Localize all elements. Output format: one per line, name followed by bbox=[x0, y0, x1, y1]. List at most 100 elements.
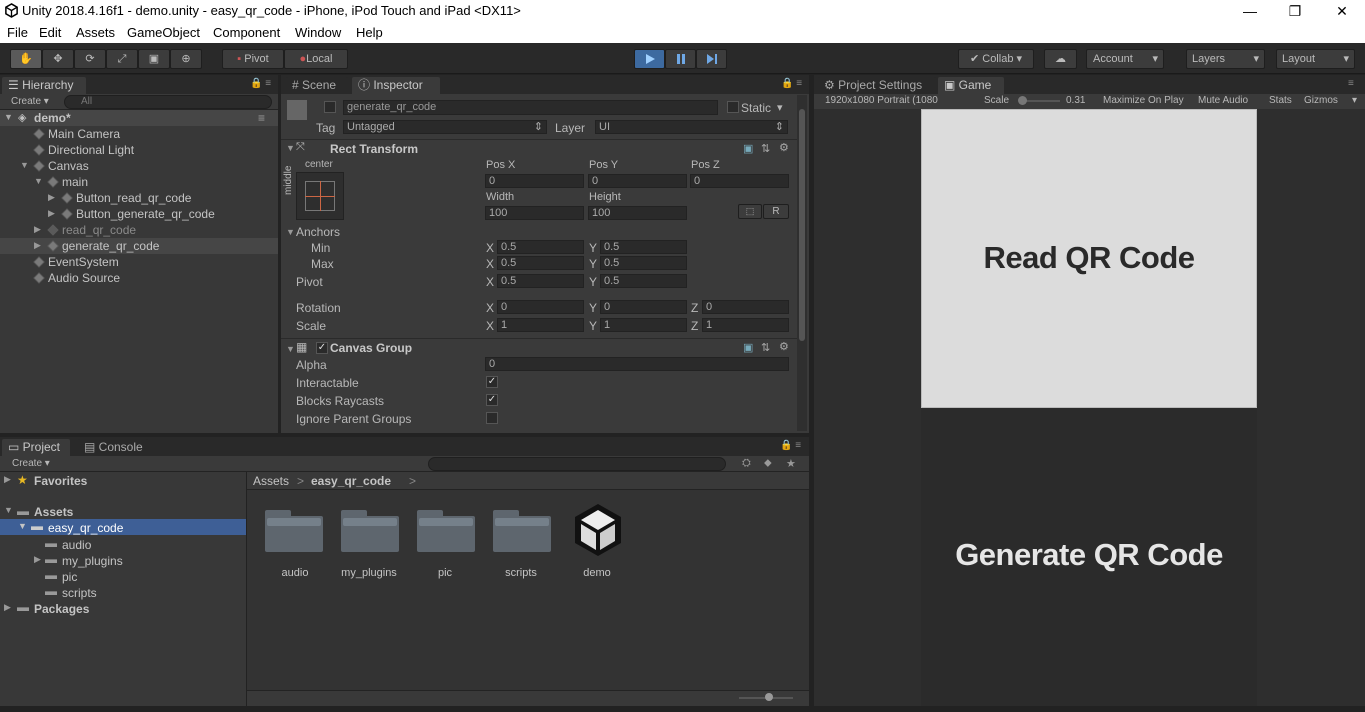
tab-hierarchy[interactable]: ☰ Hierarchy bbox=[2, 77, 86, 94]
breadcrumb-assets[interactable]: Assets bbox=[253, 474, 289, 488]
tab-project[interactable]: ▭ Project bbox=[2, 439, 70, 456]
collapse-arrow-icon[interactable]: ▼ bbox=[4, 505, 13, 515]
menu-window[interactable]: Window bbox=[295, 25, 341, 40]
menu-help[interactable]: Help bbox=[356, 25, 383, 40]
expand-arrow-icon[interactable]: ▶ bbox=[4, 474, 11, 485]
expand-arrow-icon[interactable]: ▼ bbox=[4, 112, 13, 122]
assets-item[interactable]: Assets bbox=[34, 505, 73, 519]
pause-button[interactable] bbox=[665, 49, 696, 69]
ignore-parent-groups-checkbox[interactable] bbox=[486, 412, 498, 424]
slider-thumb[interactable] bbox=[765, 693, 773, 701]
rect-tool-button[interactable]: ▣ bbox=[138, 49, 170, 69]
tag-dropdown[interactable]: Untagged ⇕ bbox=[343, 120, 547, 134]
pos-z-field[interactable]: 0 bbox=[690, 174, 789, 188]
collapse-arrow-icon[interactable]: ▼ bbox=[286, 344, 295, 354]
maximize-on-play-toggle[interactable]: Maximize On Play bbox=[1103, 95, 1184, 106]
expand-arrow-icon[interactable]: ▶ bbox=[48, 192, 55, 203]
anchor-max-y-field[interactable]: 0.5 bbox=[600, 256, 687, 270]
inspector-scrollbar[interactable] bbox=[797, 95, 807, 431]
pivot-y-field[interactable]: 0.5 bbox=[600, 274, 687, 288]
preset-icon[interactable]: ⇅ bbox=[761, 341, 770, 354]
static-checkbox[interactable] bbox=[727, 101, 739, 113]
collapse-arrow-icon[interactable]: ▼ bbox=[18, 521, 27, 531]
cloud-button[interactable]: ☁ bbox=[1044, 49, 1077, 69]
collapse-arrow-icon[interactable]: ▼ bbox=[34, 176, 43, 186]
hierarchy-item[interactable]: EventSystem bbox=[0, 254, 278, 270]
asset-my-plugins[interactable]: my_plugins bbox=[331, 508, 407, 588]
rotation-x-field[interactable]: 0 bbox=[497, 300, 584, 314]
tab-scene[interactable]: # Scene bbox=[286, 77, 348, 94]
active-checkbox[interactable] bbox=[324, 101, 336, 113]
create-dropdown[interactable]: Create ▾ bbox=[12, 458, 50, 469]
rotation-y-field[interactable]: 0 bbox=[600, 300, 687, 314]
blocks-raycasts-checkbox[interactable]: ✓ bbox=[486, 394, 498, 406]
asset-audio[interactable]: audio bbox=[255, 508, 331, 588]
alpha-field[interactable]: 0 bbox=[485, 357, 789, 371]
pos-y-field[interactable]: 0 bbox=[588, 174, 687, 188]
menu-file[interactable]: File bbox=[7, 25, 28, 40]
close-button[interactable]: ✕ bbox=[1332, 2, 1352, 20]
pivot-toggle[interactable]: ▪ Pivot bbox=[222, 49, 284, 69]
tree-item-scripts[interactable]: scripts bbox=[62, 586, 97, 600]
menu-gameobject[interactable]: GameObject bbox=[127, 25, 200, 40]
tab-project-settings[interactable]: ⚙ Project Settings bbox=[818, 77, 936, 94]
panel-menu-icon[interactable]: ≡ bbox=[1348, 78, 1354, 89]
expand-arrow-icon[interactable]: ▶ bbox=[34, 554, 41, 565]
asset-scripts[interactable]: scripts bbox=[483, 508, 559, 588]
hierarchy-item[interactable]: ▶ generate_qr_code bbox=[0, 238, 278, 254]
static-dropdown-icon[interactable]: ▾ bbox=[777, 101, 783, 114]
filter-type-icon[interactable]: ⛭ bbox=[742, 457, 751, 470]
lock-icon[interactable]: 🔒 ≡ bbox=[781, 78, 802, 89]
collapse-arrow-icon[interactable]: ▼ bbox=[286, 143, 295, 153]
rotation-z-field[interactable]: 0 bbox=[702, 300, 789, 314]
local-toggle[interactable]: ●Local bbox=[284, 49, 348, 69]
lock-icon[interactable]: 🔒 ≡ bbox=[780, 440, 801, 451]
lock-icon[interactable]: 🔒 ≡ bbox=[250, 78, 271, 89]
help-icon[interactable]: ▣ bbox=[743, 341, 753, 354]
blueprint-mode-button[interactable]: ⬚ bbox=[738, 204, 762, 219]
anchor-max-x-field[interactable]: 0.5 bbox=[497, 256, 584, 270]
scale-z-field[interactable]: 1 bbox=[702, 318, 789, 332]
scale-y-field[interactable]: 1 bbox=[600, 318, 687, 332]
gear-icon[interactable]: ⚙ bbox=[779, 340, 789, 353]
mute-audio-toggle[interactable]: Mute Audio bbox=[1198, 95, 1248, 106]
pivot-x-field[interactable]: 0.5 bbox=[497, 274, 584, 288]
resolution-dropdown[interactable]: 1920x1080 Portrait (1080 bbox=[825, 95, 938, 106]
hand-tool-button[interactable]: ✋ bbox=[10, 49, 42, 69]
tree-item-my-plugins[interactable]: my_plugins bbox=[62, 554, 123, 568]
gizmos-arrow-icon[interactable]: ▾ bbox=[1352, 95, 1357, 106]
play-button[interactable] bbox=[634, 49, 665, 69]
scrollbar-thumb[interactable] bbox=[799, 109, 805, 341]
raw-edit-button[interactable]: R bbox=[763, 204, 789, 219]
menu-assets[interactable]: Assets bbox=[76, 25, 115, 40]
generate-qr-code-button[interactable]: Generate QR Code bbox=[921, 409, 1257, 706]
hierarchy-item[interactable]: ▼ main bbox=[0, 174, 278, 190]
favorites-item[interactable]: Favorites bbox=[34, 474, 87, 488]
layer-dropdown[interactable]: UI ⇕ bbox=[595, 120, 788, 134]
scene-menu-icon[interactable]: ≡ bbox=[258, 111, 265, 125]
height-field[interactable]: 100 bbox=[588, 206, 687, 220]
move-tool-button[interactable]: ✥ bbox=[42, 49, 74, 69]
anchor-min-x-field[interactable]: 0.5 bbox=[497, 240, 584, 254]
anchor-min-y-field[interactable]: 0.5 bbox=[600, 240, 687, 254]
filter-label-icon[interactable]: ⬥ bbox=[764, 457, 772, 470]
hierarchy-item[interactable]: ▶ Button_generate_qr_code bbox=[0, 206, 278, 222]
tab-console[interactable]: ▤ Console bbox=[78, 439, 148, 456]
breadcrumb-current[interactable]: easy_qr_code bbox=[311, 474, 391, 488]
expand-arrow-icon[interactable]: ▶ bbox=[34, 240, 41, 251]
scale-x-field[interactable]: 1 bbox=[497, 318, 584, 332]
tree-item-audio[interactable]: audio bbox=[62, 538, 91, 552]
scale-tool-button[interactable]: ⤢ bbox=[106, 49, 138, 69]
hierarchy-item[interactable]: Directional Light bbox=[0, 142, 278, 158]
hierarchy-item[interactable]: ▶ Button_read_qr_code bbox=[0, 190, 278, 206]
asset-demo-scene[interactable]: demo bbox=[559, 500, 635, 588]
scale-slider-thumb[interactable] bbox=[1018, 96, 1027, 105]
anchors-arrow-icon[interactable]: ▼ bbox=[286, 227, 295, 237]
expand-arrow-icon[interactable]: ▶ bbox=[34, 224, 41, 235]
transform-tool-button[interactable]: ⊕ bbox=[170, 49, 202, 69]
expand-arrow-icon[interactable]: ▶ bbox=[4, 602, 11, 613]
tree-item-pic[interactable]: pic bbox=[62, 570, 77, 584]
preset-icon[interactable]: ⇅ bbox=[761, 142, 770, 155]
hierarchy-item[interactable]: ▼ Canvas bbox=[0, 158, 278, 174]
step-button[interactable] bbox=[696, 49, 727, 69]
